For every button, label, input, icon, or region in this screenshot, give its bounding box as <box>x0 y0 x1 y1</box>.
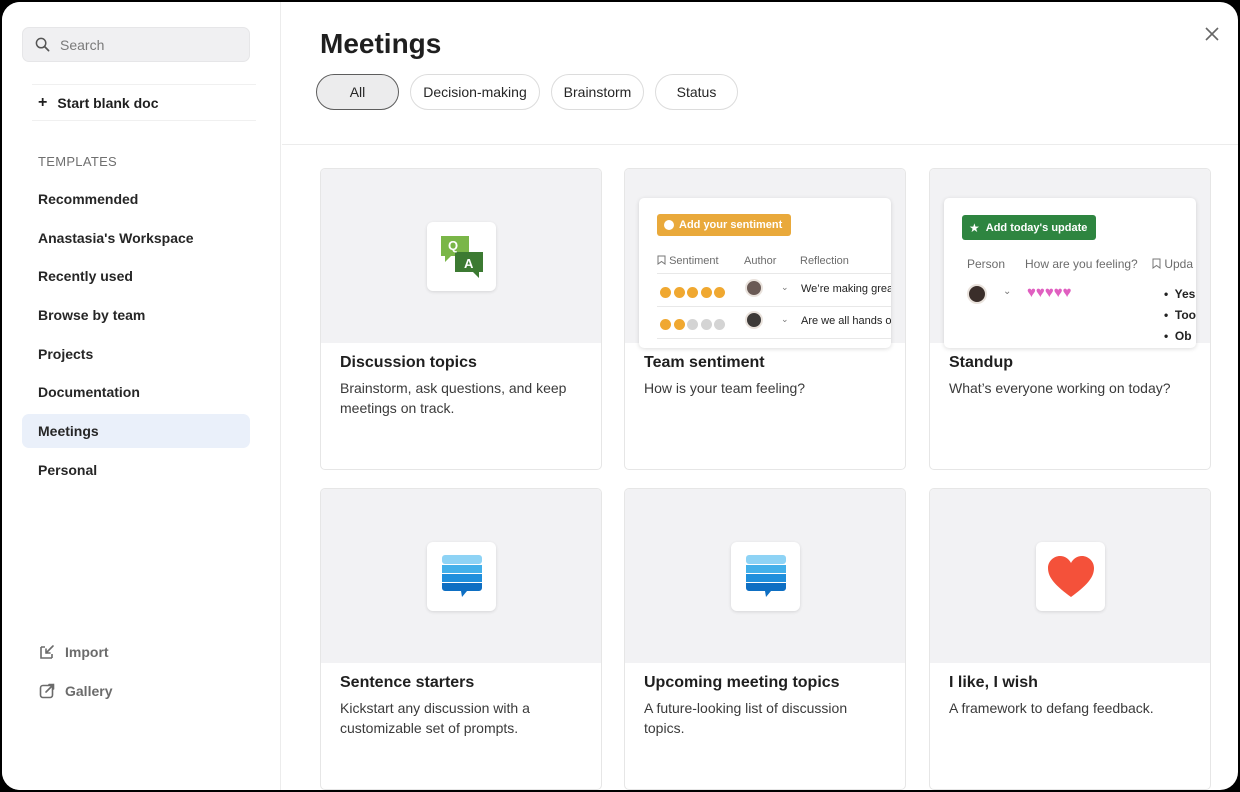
sidebar-item-meetings[interactable]: Meetings <box>22 414 250 449</box>
card-description: A framework to defang feedback. <box>949 700 1154 716</box>
stacked-chat-icon <box>427 542 496 611</box>
import-icon <box>40 645 54 659</box>
sidebar-item-documentation[interactable]: Documentation <box>22 375 250 409</box>
avatar <box>745 311 763 329</box>
start-blank-doc-button[interactable]: + Start blank doc <box>32 84 256 121</box>
star-icon: ★ <box>969 220 980 235</box>
import-label: Import <box>65 644 109 660</box>
sidebar-item-recently-used[interactable]: Recently used <box>22 259 250 293</box>
sidebar: + Start blank doc TEMPLATES Recommended … <box>2 2 281 790</box>
chevron-down-icon: ⌄ <box>1003 286 1012 297</box>
template-nav: Recommended Anastasia's Workspace Recent… <box>22 182 250 492</box>
update-bullet: • Ob <box>1164 329 1192 343</box>
filter-status[interactable]: Status <box>655 74 738 110</box>
sentiment-faces <box>660 284 728 302</box>
column-feeling: How are you feeling? <box>1025 257 1138 271</box>
sidebar-item-browse-by-team[interactable]: Browse by team <box>22 298 250 332</box>
template-card-team-sentiment[interactable]: Add your sentiment Sentiment Author Refl… <box>624 168 906 470</box>
sidebar-item-recommended[interactable]: Recommended <box>22 182 250 216</box>
sidebar-item-workspace[interactable]: Anastasia's Workspace <box>22 221 250 255</box>
gallery-button[interactable]: Gallery <box>38 679 112 703</box>
divider <box>657 306 891 307</box>
reflection-text: Are we all hands or <box>801 315 891 327</box>
card-title: Team sentiment <box>644 354 765 371</box>
filter-all[interactable]: All <box>316 74 399 110</box>
avatar <box>745 279 763 297</box>
add-update-button: ★ Add today's update <box>962 215 1097 240</box>
column-update: Upda <box>1152 257 1193 271</box>
sentiment-preview: Add your sentiment Sentiment Author Refl… <box>639 198 891 348</box>
card-title: Standup <box>949 354 1013 371</box>
avatar <box>967 284 987 304</box>
card-thumbnail: Add your sentiment Sentiment Author Refl… <box>625 169 905 348</box>
search-box[interactable] <box>22 27 250 62</box>
close-icon[interactable] <box>1202 24 1222 44</box>
bookmark-icon <box>657 255 666 265</box>
column-person: Person <box>967 257 1006 271</box>
card-title: Upcoming meeting topics <box>644 674 840 691</box>
qa-bubbles-icon: Q A <box>427 222 496 291</box>
chevron-down-icon: ⌄ <box>781 314 789 324</box>
start-blank-doc-label: Start blank doc <box>57 94 159 111</box>
divider <box>657 273 891 274</box>
templates-dialog: + Start blank doc TEMPLATES Recommended … <box>2 2 1238 790</box>
import-button[interactable]: Import <box>38 640 109 664</box>
card-thumbnail <box>321 489 601 663</box>
column-update-label: Upda <box>1164 257 1194 271</box>
card-description: Brainstorm, ask questions, and keep meet… <box>340 380 567 416</box>
card-description: Kickstart any discussion with a customiz… <box>340 700 530 736</box>
template-card-upcoming-meeting-topics[interactable]: Upcoming meeting topics A future-looking… <box>624 488 906 790</box>
template-card-i-like-i-wish[interactable]: I like, I wish A framework to defang fee… <box>929 488 1211 790</box>
filter-chips: All Decision-making Brainstorm Status <box>316 74 749 110</box>
heart-rating: ♥♥♥♥♥ <box>1027 284 1072 301</box>
update-bullet: • Too <box>1164 308 1196 322</box>
page-title: Meetings <box>320 28 442 59</box>
card-title: Sentence starters <box>340 674 475 691</box>
header: Meetings All Decision-making Brainstorm … <box>282 2 1238 145</box>
templates-section-label: TEMPLATES <box>38 154 118 169</box>
smiley-icon <box>664 220 674 230</box>
heart-icon <box>1036 542 1105 611</box>
card-description: A future-looking list of discussion topi… <box>644 700 848 736</box>
card-description: How is your team feeling? <box>644 380 806 396</box>
sentiment-faces <box>660 316 728 334</box>
gallery-label: Gallery <box>65 683 113 699</box>
chevron-down-icon: ⌄ <box>781 282 789 292</box>
card-description: What’s everyone working on today? <box>949 380 1171 396</box>
bookmark-icon <box>1152 258 1161 269</box>
add-update-label: Add today's update <box>985 221 1088 234</box>
filter-decision-making[interactable]: Decision-making <box>410 74 540 110</box>
column-sentiment-label: Sentiment <box>669 255 719 267</box>
reflection-text: We’re making great <box>801 283 891 295</box>
sidebar-item-projects[interactable]: Projects <box>22 337 250 371</box>
card-thumbnail: ★ Add today's update Person How are you … <box>930 169 1210 348</box>
card-thumbnail <box>625 489 905 663</box>
stacked-chat-icon <box>731 542 800 611</box>
card-title: Discussion topics <box>340 354 477 371</box>
search-icon <box>35 37 50 52</box>
filter-brainstorm[interactable]: Brainstorm <box>551 74 644 110</box>
plus-icon: + <box>38 93 48 111</box>
qa-a-letter: A <box>464 256 474 271</box>
update-bullet: • Yes <box>1164 287 1196 301</box>
column-reflection: Reflection <box>800 255 849 267</box>
external-link-icon <box>39 683 55 699</box>
card-thumbnail: Q A <box>321 169 601 343</box>
template-card-discussion-topics[interactable]: Q A Discussion topics Brainstorm, ask qu… <box>320 168 602 470</box>
standup-preview: ★ Add today's update Person How are you … <box>944 198 1196 348</box>
sidebar-item-personal[interactable]: Personal <box>22 453 250 487</box>
card-title: I like, I wish <box>949 674 1038 691</box>
template-card-sentence-starters[interactable]: Sentence starters Kickstart any discussi… <box>320 488 602 790</box>
divider <box>657 338 891 339</box>
card-thumbnail <box>930 489 1210 663</box>
add-sentiment-label: Add your sentiment <box>679 219 783 231</box>
template-card-standup[interactable]: ★ Add today's update Person How are you … <box>929 168 1211 470</box>
search-input[interactable] <box>60 36 230 53</box>
main-panel: Meetings All Decision-making Brainstorm … <box>282 2 1238 790</box>
qa-q-letter: Q <box>448 238 458 253</box>
column-author: Author <box>744 255 777 267</box>
add-sentiment-button: Add your sentiment <box>657 214 792 236</box>
column-sentiment: Sentiment <box>657 255 719 267</box>
